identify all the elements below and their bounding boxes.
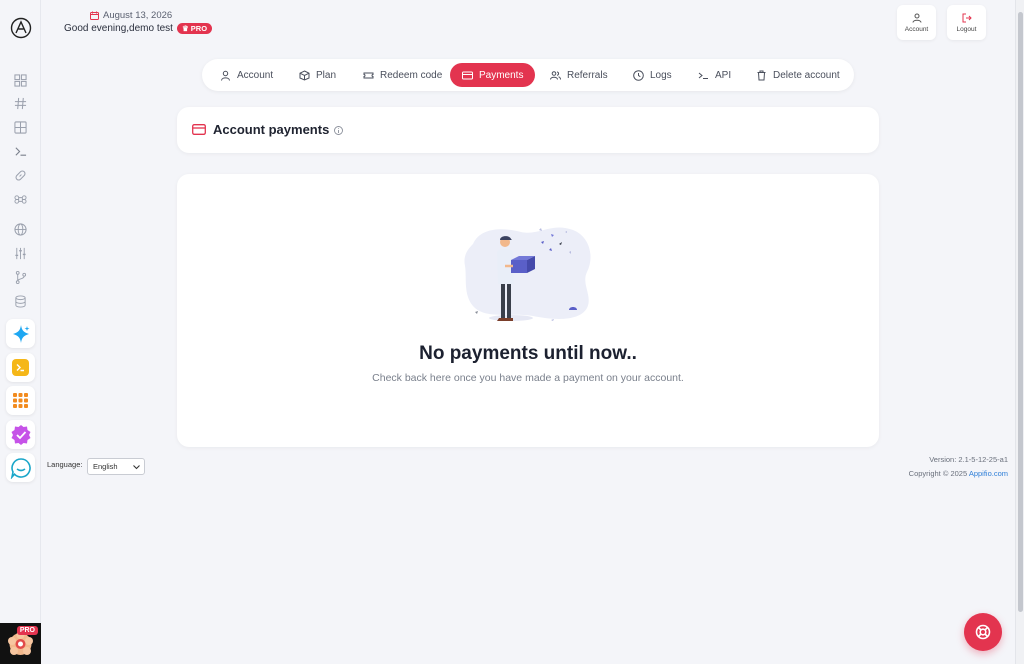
tab-account-label: Account [237,69,274,81]
payments-empty-card: No payments until now.. Check back here … [177,174,879,447]
calendar-icon [90,11,99,20]
greeting-text: Good evening,demo test [64,23,173,34]
credit-card-icon [462,71,473,79]
sparkle-app-icon[interactable] [6,319,35,348]
tab-referrals-label: Referrals [567,69,608,81]
account-button[interactable]: Account [897,5,936,40]
page-title: Account payments [213,122,330,137]
users-icon [550,70,561,80]
tab-api[interactable]: API [686,63,743,87]
settings-tabs: Account Plan Redeem code Payments Referr… [202,59,854,91]
date-display: August 13, 2026 [90,10,172,21]
copyright: Copyright © 2025 Appifio.com [909,469,1008,478]
link-icon[interactable] [12,167,29,184]
terminal-icon[interactable] [12,143,29,160]
greeting: Good evening,demo test ♛ PRO [64,23,213,34]
copyright-link[interactable]: Appifio.com [969,469,1008,478]
user-icon [221,70,230,81]
dashboard-icon[interactable] [12,72,29,89]
language-select-value: English [93,462,118,471]
database-icon[interactable] [12,293,29,310]
trash-icon [757,70,766,80]
globe-icon[interactable] [12,221,29,238]
avatar-pro-badge: PRO [16,626,38,635]
tab-referrals[interactable]: Referrals [538,63,620,87]
help-button[interactable] [964,613,1002,651]
pro-badge-label: PRO [190,24,208,33]
tab-payments[interactable]: Payments [450,63,536,87]
console-app-icon[interactable] [6,353,35,382]
lifebuoy-icon [975,624,991,640]
tab-delete-account[interactable]: Delete account [744,63,852,87]
language-label: Language: [47,460,83,469]
user-icon [912,13,921,23]
hash-icon[interactable] [12,95,29,112]
logout-icon [962,13,972,22]
tab-redeem-code[interactable]: Redeem code [351,63,454,87]
tab-logs-label: Logs [650,69,672,81]
empty-state-subtitle: Check back here once you have made a pay… [372,372,684,384]
grid-app-icon[interactable] [6,386,35,415]
ticket-icon [363,72,374,78]
tab-api-label: API [715,69,732,81]
version-text: Version: 2.1-5-12-25-a1 [929,455,1008,464]
scrollbar[interactable] [1015,0,1024,664]
sliders-icon[interactable] [12,245,29,262]
credit-card-icon [192,124,206,135]
empty-state-title: No payments until now.. [419,343,637,364]
tab-account[interactable]: Account [208,63,285,87]
terminal-icon [698,72,708,79]
tab-payments-label: Payments [479,69,524,81]
info-icon[interactable] [334,126,343,135]
git-branch-icon[interactable] [12,269,29,286]
clock-icon [633,69,644,81]
box-icon [299,69,310,81]
account-button-label: Account [904,25,929,33]
command-icon[interactable] [12,191,29,208]
check-app-icon[interactable] [6,420,35,449]
date-text: August 13, 2026 [103,10,173,21]
scrollbar-thumb[interactable] [1018,12,1023,612]
chat-app-icon[interactable] [6,453,35,482]
tab-redeem-code-label: Redeem code [380,69,443,81]
chevron-down-icon [133,465,140,470]
copyright-text: Copyright © 2025 [908,469,969,478]
tab-logs[interactable]: Logs [621,63,684,87]
user-avatar[interactable]: PRO [0,623,41,664]
empty-state-illustration [464,227,591,321]
payments-header-card: Account payments [177,107,879,153]
sidebar: PRO [0,0,41,664]
logout-button-label: Logout [956,25,977,33]
tab-plan[interactable]: Plan [287,63,348,87]
logout-button[interactable]: Logout [947,5,986,40]
app-logo-icon[interactable] [10,17,32,39]
tab-delete-account-label: Delete account [773,69,840,81]
language-select[interactable]: English [87,458,145,475]
pro-badge: ♛ PRO [176,23,213,34]
grid-icon[interactable] [12,119,29,136]
tab-plan-label: Plan [316,69,337,81]
